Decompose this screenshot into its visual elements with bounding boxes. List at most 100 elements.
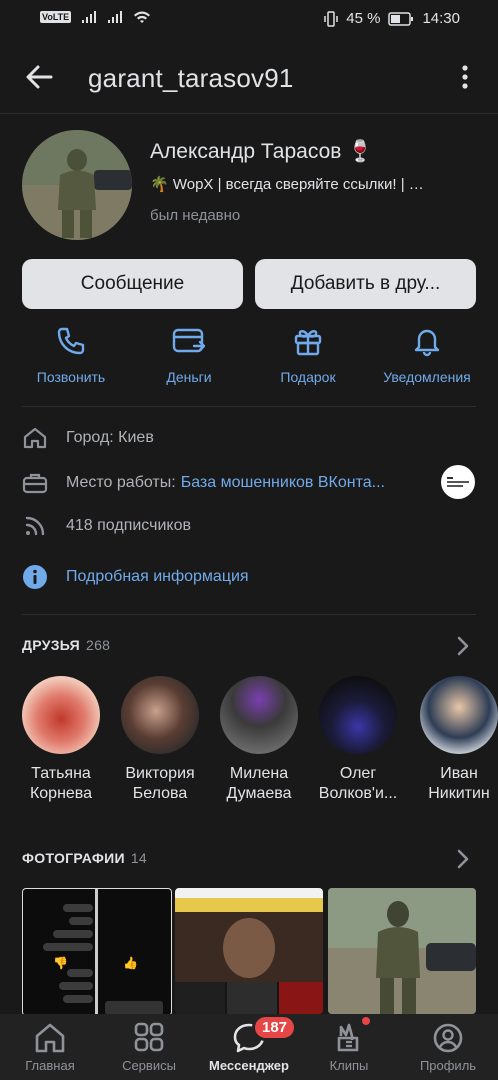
money-action[interactable]: Деньги	[129, 325, 249, 385]
tab-services[interactable]: Сервисы	[99, 1014, 199, 1080]
tab-clips-label: Клипы	[329, 1058, 369, 1073]
followers-text: 418 подписчиков	[66, 517, 191, 534]
wifi-icon	[134, 11, 151, 23]
tab-profile[interactable]: Профиль	[398, 1014, 498, 1080]
back-button[interactable]	[24, 62, 54, 97]
status-left: VoLTE	[40, 10, 151, 24]
details-row[interactable]: Подробная информация	[22, 564, 249, 590]
friend-avatar	[319, 676, 397, 754]
battery-percent: 45 %	[346, 10, 381, 27]
bell-icon	[414, 329, 440, 357]
services-icon	[134, 1022, 164, 1052]
work-label: Место работы:	[66, 474, 176, 491]
city-row: Город: Киев	[22, 425, 154, 451]
web-screenshot-photo	[175, 888, 323, 1014]
soldier-photo	[328, 888, 476, 1014]
tab-profile-label: Профиль	[419, 1058, 477, 1073]
friends-more-button[interactable]	[456, 636, 470, 661]
home-icon	[35, 1023, 65, 1053]
notifications-label: Уведомления	[383, 369, 471, 385]
chevron-right-icon	[457, 849, 469, 869]
actions-divider	[22, 406, 476, 407]
friend-avatar	[22, 676, 100, 754]
friend-item[interactable]: Виктория Белова	[115, 676, 205, 804]
header-divider	[0, 113, 498, 114]
status-right: 45 % 14:30	[324, 10, 460, 27]
tab-services-label: Сервисы	[122, 1058, 176, 1073]
signal-icon-2	[108, 11, 123, 23]
friend-item[interactable]: Иван Никитин	[414, 676, 498, 804]
avatar-photo	[22, 130, 132, 240]
last-seen: был недавно	[150, 207, 241, 224]
more-menu-button[interactable]	[455, 64, 475, 95]
gift-icon	[294, 330, 322, 356]
home-outline-icon	[22, 425, 48, 451]
palm-tree-emoji: 🌴	[150, 176, 169, 193]
tab-messenger-label: Мессенджер	[209, 1058, 289, 1073]
friend-item[interactable]: Татьяна Корнева	[16, 676, 106, 804]
friend-item[interactable]: Олег Волков'и...	[313, 676, 403, 804]
add-friend-button[interactable]: Добавить в дру...	[255, 259, 476, 309]
money-card-icon	[172, 328, 206, 353]
photo-thumbnail[interactable]: 👎 👍	[22, 888, 172, 1016]
svg-text:👍: 👍	[123, 956, 138, 970]
clips-icon	[337, 1023, 359, 1052]
chat-screenshot-photo: 👎 👍	[43, 889, 163, 1015]
friend-avatar	[420, 676, 498, 754]
more-vertical-icon	[462, 65, 468, 89]
rss-icon	[22, 513, 48, 539]
phone-icon	[57, 327, 85, 355]
volte-indicator: VoLTE	[40, 11, 72, 23]
signal-icon	[82, 11, 97, 23]
photos-title: ФОТОГРАФИИ	[22, 850, 125, 866]
battery-icon	[388, 11, 414, 26]
profile-name: Александр Тарасов 🍷	[150, 140, 373, 164]
vibrate-icon	[324, 10, 338, 27]
chevron-right-icon	[457, 636, 469, 656]
profile-status[interactable]: 🌴 WopX | всегда сверяйте ссылки! | …	[150, 175, 424, 193]
work-group-avatar[interactable]	[441, 465, 475, 499]
photos-count: 14	[130, 850, 147, 866]
friend-last-name: Корнева	[29, 785, 93, 802]
friends-header[interactable]: ДРУЗЬЯ 268	[22, 637, 110, 653]
work-row[interactable]: Место работы: База мошенников ВКонта...	[22, 470, 476, 496]
photos-more-button[interactable]	[456, 849, 470, 874]
followers-row[interactable]: 418 подписчиков	[22, 513, 191, 539]
friend-first-name: Татьяна	[31, 765, 91, 782]
work-link[interactable]: База мошенников ВКонта...	[181, 474, 385, 492]
friend-first-name: Олег	[339, 765, 377, 782]
status-bar: VoLTE 45 % 14:30	[0, 0, 498, 38]
call-action[interactable]: Позвонить	[11, 325, 131, 385]
profile-avatar[interactable]	[22, 130, 132, 240]
friends-title: ДРУЗЬЯ	[22, 637, 80, 653]
profile-icon	[433, 1023, 463, 1053]
clock: 14:30	[422, 10, 460, 27]
info-divider	[22, 614, 476, 615]
friend-avatar	[121, 676, 199, 754]
briefcase-icon	[22, 470, 48, 496]
friend-first-name: Милена	[229, 765, 289, 782]
friend-last-name: Никитин	[428, 785, 490, 802]
message-button[interactable]: Сообщение	[22, 259, 243, 309]
friend-first-name: Иван	[440, 765, 478, 782]
arrow-left-icon	[26, 65, 53, 89]
notifications-action[interactable]: Уведомления	[367, 325, 487, 385]
tab-home-label: Главная	[25, 1058, 75, 1073]
tab-clips[interactable]: Клипы	[299, 1014, 399, 1080]
friends-count: 268	[86, 637, 111, 653]
wine-glass-emoji: 🍷	[347, 140, 374, 163]
friend-avatar	[220, 676, 298, 754]
photo-thumbnail[interactable]	[328, 888, 476, 1014]
gift-action[interactable]: Подарок	[248, 325, 368, 385]
friend-item[interactable]: Милена Думаева	[214, 676, 304, 804]
city-text: Город: Киев	[66, 429, 154, 446]
photo-thumbnail[interactable]	[175, 888, 323, 1014]
tab-home[interactable]: Главная	[0, 1014, 100, 1080]
money-label: Деньги	[166, 369, 212, 385]
friend-first-name: Виктория	[125, 765, 195, 782]
photos-header[interactable]: ФОТОГРАФИИ 14	[22, 850, 147, 866]
info-icon	[22, 564, 48, 590]
messenger-badge: 187	[252, 1014, 298, 1041]
page-title: garant_tarasov91	[88, 63, 294, 93]
details-link: Подробная информация	[66, 568, 249, 585]
